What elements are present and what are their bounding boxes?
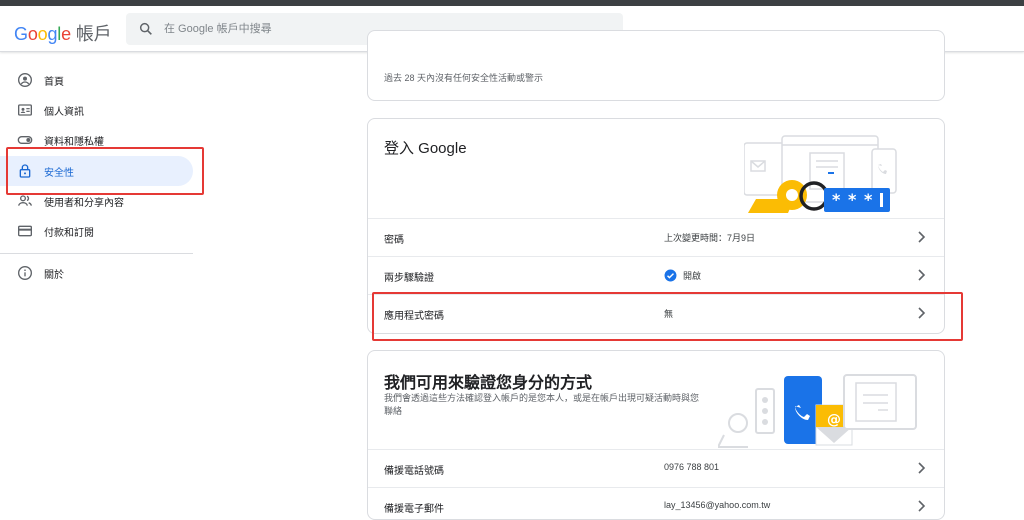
logo-letter: g: [47, 24, 58, 44]
app-passwords-row[interactable]: 應用程式密碼 無: [368, 294, 944, 332]
svg-text:*: *: [864, 190, 873, 209]
sidebar-item-label: 付款和訂閱: [44, 227, 94, 239]
person-circle-icon: [18, 73, 32, 87]
row-label: 應用程式密碼: [384, 311, 444, 322]
row-value-text: 開啟: [683, 271, 702, 281]
signin-card-title: 登入 Google: [384, 140, 467, 157]
chevron-right-icon[interactable]: [916, 231, 926, 243]
search-icon[interactable]: [138, 21, 154, 37]
row-value: 上次變更時間：7月9日: [664, 231, 755, 244]
two-step-verification-row[interactable]: 兩步驟驗證 開啟: [368, 256, 944, 294]
sidebar-item-label: 安全性: [44, 167, 74, 179]
signin-google-card: 登入 Google * * * 密碼 上次變更時間：7月9日 兩步驟驗證 開啟: [367, 118, 945, 334]
recovery-email-row[interactable]: 備援電子郵件 lay_13456@yahoo.com.tw: [368, 487, 944, 519]
sidebar-item-home[interactable]: 首頁: [0, 65, 193, 95]
logo-letter: o: [27, 24, 38, 44]
sidebar-item-personal-info[interactable]: 個人資訊: [0, 95, 193, 125]
info-icon: [18, 266, 32, 280]
security-activity-card: 過去 28 天內沒有任何安全性活動或警示: [367, 30, 945, 101]
product-name: 帳戶: [75, 24, 112, 44]
sidebar-item-about[interactable]: 關於: [0, 258, 193, 288]
toggle-icon: [17, 136, 33, 144]
row-value-text: 無: [664, 309, 674, 319]
row-label: 密碼: [384, 235, 404, 246]
chevron-right-icon[interactable]: [916, 307, 926, 319]
chevron-right-icon[interactable]: [916, 269, 926, 281]
sidebar-item-security[interactable]: 安全性: [0, 156, 193, 186]
verify-card-title: 我們可用來驗證您身分的方式: [384, 375, 593, 392]
google-account-logo[interactable]: Google 帳戶: [14, 20, 112, 46]
row-value: 開啟: [664, 269, 701, 282]
sidebar-divider: [0, 253, 193, 254]
row-value-text: lay_13456@yahoo.com.tw: [664, 500, 771, 510]
row-value: 0976 788 801: [664, 462, 719, 472]
lock-icon: [19, 164, 31, 178]
check-circle-icon: [664, 269, 677, 282]
chevron-right-icon[interactable]: [916, 462, 926, 474]
svg-text:*: *: [848, 190, 857, 209]
recovery-phone-row[interactable]: 備援電話號碼 0976 788 801: [368, 449, 944, 487]
people-icon: [18, 195, 32, 206]
id-card-icon: [18, 104, 32, 116]
sidebar-item-label: 資料和隱私權: [44, 136, 104, 148]
sidebar-item-label: 關於: [44, 269, 64, 281]
svg-text:*: *: [832, 190, 841, 209]
row-label: 兩步驟驗證: [384, 273, 434, 284]
logo-letter: G: [14, 24, 28, 44]
row-value-text: 0976 788 801: [664, 462, 720, 472]
verify-card-description: 我們會透過這些方法確認登入帳戶的是您本人，或是在帳戶出現可疑活動時與您聯絡: [384, 393, 700, 416]
sidebar-item-label: 首頁: [44, 76, 64, 88]
chevron-right-icon[interactable]: [916, 500, 926, 512]
logo-letter: e: [61, 24, 71, 44]
sidebar-item-data-privacy[interactable]: 資料和隱私權: [0, 125, 193, 155]
row-label: 備援電話號碼: [384, 466, 444, 477]
svg-text:@: @: [827, 412, 841, 428]
row-value: lay_13456@yahoo.com.tw: [664, 500, 770, 510]
logo-letter: o: [37, 24, 48, 44]
sidebar-item-label: 使用者和分享內容: [44, 197, 124, 209]
row-value: 無: [664, 307, 673, 320]
sidebar-item-payments[interactable]: 付款和訂閱: [0, 216, 193, 246]
password-row[interactable]: 密碼 上次變更時間：7月9日: [368, 218, 944, 256]
verify-illustration: @: [718, 374, 917, 448]
sidebar-item-people-sharing[interactable]: 使用者和分享內容: [0, 186, 193, 216]
activity-status-text: 過去 28 天內沒有任何安全性活動或警示: [384, 73, 544, 83]
credit-card-icon: [18, 225, 32, 237]
sidebar-item-label: 個人資訊: [44, 106, 84, 118]
row-value-text: 上次變更時間：7月9日: [664, 233, 756, 243]
signin-illustration: * * *: [744, 135, 897, 213]
verify-identity-card: 我們可用來驗證您身分的方式 我們會透過這些方法確認登入帳戶的是您本人，或是在帳戶…: [367, 350, 945, 520]
